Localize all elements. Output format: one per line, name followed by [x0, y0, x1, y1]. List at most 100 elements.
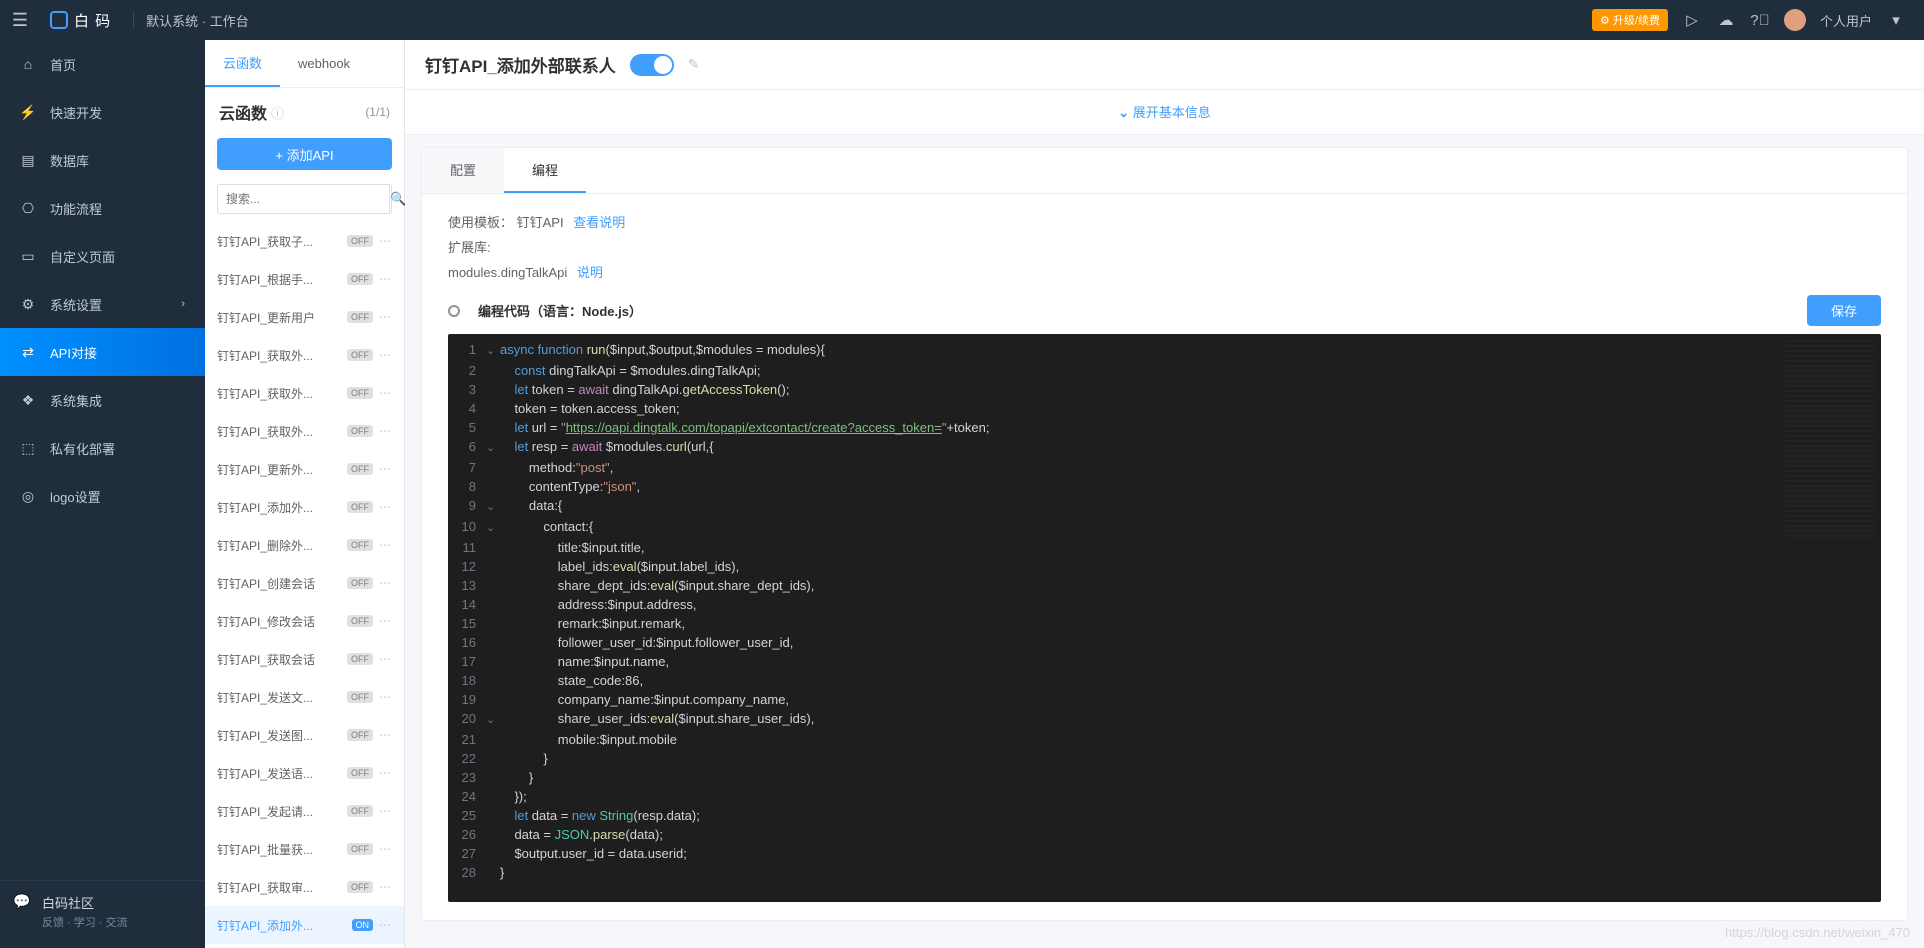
more-icon[interactable]: ⋯: [379, 614, 392, 628]
fold-icon[interactable]: ⌄: [486, 709, 500, 730]
code-line[interactable]: 3 let token = await dingTalkApi.getAcces…: [448, 380, 1881, 399]
more-icon[interactable]: ⋯: [379, 728, 392, 742]
code-line[interactable]: 13 share_dept_ids:eval($input.share_dept…: [448, 576, 1881, 595]
code-line[interactable]: 27 $output.user_id = data.userid;: [448, 844, 1881, 863]
api-list-item[interactable]: 钉钉API_发送文...OFF⋯: [205, 678, 404, 716]
code-line[interactable]: 4 token = token.access_token;: [448, 399, 1881, 418]
api-list-item[interactable]: 钉钉API_更新外...OFF⋯: [205, 450, 404, 488]
fold-icon[interactable]: [486, 361, 500, 380]
breadcrumb[interactable]: 默认系统 · 工作台: [146, 11, 249, 30]
card-tab-编程[interactable]: 编程: [504, 148, 586, 193]
sidebar-item-settings[interactable]: ⚙系统设置›: [0, 280, 205, 328]
more-icon[interactable]: ⋯: [379, 880, 392, 894]
api-list-item[interactable]: 钉钉API_添加外...OFF⋯: [205, 488, 404, 526]
code-line[interactable]: 20⌄ share_user_ids:eval($input.share_use…: [448, 709, 1881, 730]
fold-icon[interactable]: [486, 806, 500, 825]
fold-icon[interactable]: [486, 749, 500, 768]
more-icon[interactable]: ⋯: [379, 348, 392, 362]
fold-icon[interactable]: [486, 768, 500, 787]
sidebar-footer[interactable]: 💬 白码社区 反馈 · 学习 · 交流: [0, 880, 205, 948]
enable-toggle[interactable]: [630, 54, 674, 76]
search-icon[interactable]: 🔍: [389, 185, 406, 213]
code-line[interactable]: 18 state_code:86,: [448, 671, 1881, 690]
search-input[interactable]: [218, 185, 389, 213]
fold-icon[interactable]: [486, 576, 500, 595]
code-line[interactable]: 6⌄ let resp = await $modules.curl(url,{: [448, 437, 1881, 458]
cloud-icon[interactable]: ☁: [1716, 10, 1736, 30]
fold-icon[interactable]: ⌄: [486, 340, 500, 361]
code-line[interactable]: 15 remark:$input.remark,: [448, 614, 1881, 633]
more-icon[interactable]: ⋯: [379, 652, 392, 666]
sidebar-item-api[interactable]: ⇄API对接: [0, 328, 205, 376]
fold-icon[interactable]: [486, 557, 500, 576]
fold-icon[interactable]: [486, 458, 500, 477]
play-icon[interactable]: ▷: [1682, 10, 1702, 30]
help-icon[interactable]: ⓘ: [271, 103, 284, 122]
api-list-item[interactable]: 钉钉API_获取外...OFF⋯: [205, 374, 404, 412]
fold-icon[interactable]: [486, 787, 500, 806]
api-list-item[interactable]: 钉钉API_根据手...OFF⋯: [205, 260, 404, 298]
fold-icon[interactable]: [486, 633, 500, 652]
expand-info-link[interactable]: 展开基本信息: [1118, 105, 1211, 120]
upgrade-button[interactable]: ⚙升级/续费: [1592, 9, 1668, 31]
more-icon[interactable]: ⋯: [379, 234, 392, 248]
fold-icon[interactable]: ⌄: [486, 517, 500, 538]
code-line[interactable]: 23 }: [448, 768, 1881, 787]
api-list-item[interactable]: 钉钉API_发起请...OFF⋯: [205, 792, 404, 830]
more-icon[interactable]: ⋯: [379, 386, 392, 400]
code-line[interactable]: 17 name:$input.name,: [448, 652, 1881, 671]
fold-icon[interactable]: [486, 730, 500, 749]
user-label[interactable]: 个人用户: [1820, 11, 1872, 30]
minimap[interactable]: [1785, 340, 1875, 540]
api-list-item[interactable]: 钉钉API_获取外...OFF⋯: [205, 412, 404, 450]
code-line[interactable]: 19 company_name:$input.company_name,: [448, 690, 1881, 709]
card-tab-配置[interactable]: 配置: [422, 148, 504, 193]
more-icon[interactable]: ⋯: [379, 690, 392, 704]
fold-icon[interactable]: [486, 614, 500, 633]
code-line[interactable]: 22 }: [448, 749, 1881, 768]
more-icon[interactable]: ⋯: [379, 576, 392, 590]
fold-icon[interactable]: [486, 863, 500, 882]
more-icon[interactable]: ⋯: [379, 842, 392, 856]
edit-icon[interactable]: ✎: [688, 56, 700, 73]
api-list-item[interactable]: 钉钉API_批量获...OFF⋯: [205, 830, 404, 868]
api-list-item[interactable]: 钉钉API_获取子...OFF⋯: [205, 222, 404, 260]
sidebar-item-dev[interactable]: ⚡快速开发: [0, 88, 205, 136]
code-line[interactable]: 7 method:"post",: [448, 458, 1881, 477]
code-line[interactable]: 24 });: [448, 787, 1881, 806]
code-line[interactable]: 8 contentType:"json",: [448, 477, 1881, 496]
code-line[interactable]: 1⌄async function run($input,$output,$mod…: [448, 340, 1881, 361]
code-line[interactable]: 14 address:$input.address,: [448, 595, 1881, 614]
code-line[interactable]: 25 let data = new String(resp.data);: [448, 806, 1881, 825]
fold-icon[interactable]: ⌄: [486, 437, 500, 458]
fold-icon[interactable]: [486, 595, 500, 614]
tab-webhook[interactable]: webhook: [280, 40, 368, 87]
add-api-button[interactable]: + 添加API: [217, 138, 392, 170]
sidebar-item-home[interactable]: ⌂首页: [0, 40, 205, 88]
code-line[interactable]: 9⌄ data:{: [448, 496, 1881, 517]
code-line[interactable]: 12 label_ids:eval($input.label_ids),: [448, 557, 1881, 576]
fold-icon[interactable]: ⌄: [486, 496, 500, 517]
more-icon[interactable]: ⋯: [379, 918, 392, 932]
more-icon[interactable]: ⋯: [379, 766, 392, 780]
code-line[interactable]: 21 mobile:$input.mobile: [448, 730, 1881, 749]
api-list-item[interactable]: 钉钉API_发送图...OFF⋯: [205, 716, 404, 754]
chevron-down-icon[interactable]: ▾: [1886, 10, 1906, 30]
api-list-item[interactable]: 钉钉API_添加外...on⋯: [205, 906, 404, 944]
api-list-item[interactable]: 钉钉API_删除外...OFF⋯: [205, 526, 404, 564]
code-line[interactable]: 28}: [448, 863, 1881, 882]
fold-icon[interactable]: [486, 825, 500, 844]
code-line[interactable]: 11 title:$input.title,: [448, 538, 1881, 557]
code-line[interactable]: 16 follower_user_id:$input.follower_user…: [448, 633, 1881, 652]
fold-icon[interactable]: [486, 690, 500, 709]
save-button[interactable]: 保存: [1807, 295, 1881, 326]
api-list-item[interactable]: 钉钉API_获取外...OFF⋯: [205, 336, 404, 374]
more-icon[interactable]: ⋯: [379, 538, 392, 552]
template-help-link[interactable]: 查看说明: [573, 215, 625, 230]
fold-icon[interactable]: [486, 380, 500, 399]
code-editor[interactable]: 1⌄async function run($input,$output,$mod…: [448, 334, 1881, 902]
tab-云函数[interactable]: 云函数: [205, 40, 280, 87]
fold-icon[interactable]: [486, 538, 500, 557]
fold-icon[interactable]: [486, 671, 500, 690]
code-line[interactable]: 2 const dingTalkApi = $modules.dingTalkA…: [448, 361, 1881, 380]
